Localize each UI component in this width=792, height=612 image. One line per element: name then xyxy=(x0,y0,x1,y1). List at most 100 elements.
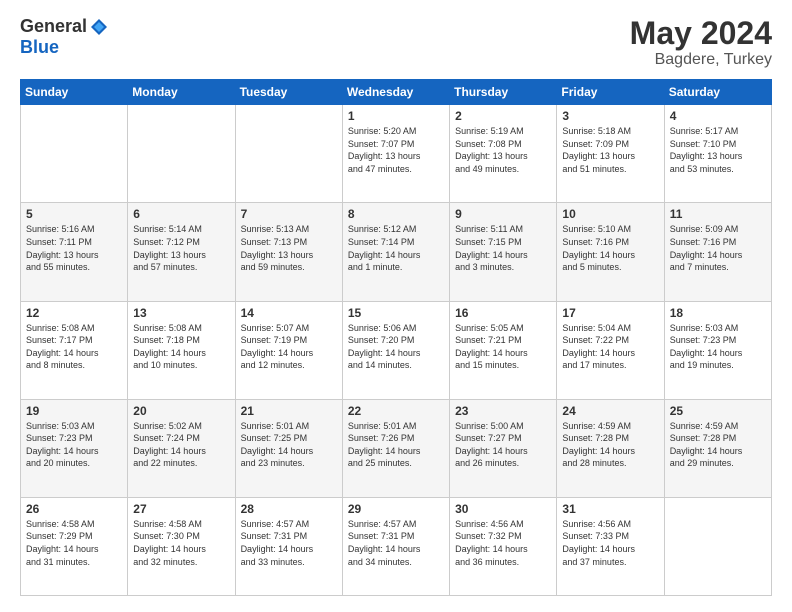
table-row xyxy=(128,105,235,203)
day-info: Sunrise: 5:00 AM Sunset: 7:27 PM Dayligh… xyxy=(455,420,551,470)
table-row xyxy=(235,105,342,203)
day-info: Sunrise: 5:08 AM Sunset: 7:18 PM Dayligh… xyxy=(133,322,229,372)
table-row: 13 Sunrise: 5:08 AM Sunset: 7:18 PM Dayli… xyxy=(128,301,235,399)
day-number: 20 xyxy=(133,404,229,418)
table-row: 25Sunrise: 4:59 AM Sunset: 7:28 PM Dayli… xyxy=(664,399,771,497)
day-number: 31 xyxy=(562,502,658,516)
day-info: Sunrise: 5:05 AM Sunset: 7:21 PM Dayligh… xyxy=(455,322,551,372)
day-info: Sunrise: 5:13 AM Sunset: 7:13 PM Dayligh… xyxy=(241,223,337,273)
day-number: 11 xyxy=(670,207,766,221)
logo-text: General xyxy=(20,16,109,37)
day-number: 6 xyxy=(133,207,229,221)
table-row: 8 Sunrise: 5:12 AM Sunset: 7:14 PM Daylig… xyxy=(342,203,449,301)
table-row xyxy=(21,105,128,203)
table-row: 3 Sunrise: 5:18 AM Sunset: 7:09 PM Daylig… xyxy=(557,105,664,203)
day-info: Sunrise: 4:58 AM Sunset: 7:30 PM Dayligh… xyxy=(133,518,229,568)
day-info: Sunrise: 5:11 AM Sunset: 7:15 PM Dayligh… xyxy=(455,223,551,273)
calendar-week-row: 26Sunrise: 4:58 AM Sunset: 7:29 PM Dayli… xyxy=(21,497,772,595)
table-row: 11 Sunrise: 5:09 AM Sunset: 7:16 PM Dayli… xyxy=(664,203,771,301)
table-row: 2 Sunrise: 5:19 AM Sunset: 7:08 PM Daylig… xyxy=(450,105,557,203)
day-info: Sunrise: 5:08 AM Sunset: 7:17 PM Dayligh… xyxy=(26,322,122,372)
table-row: 23 Sunrise: 5:00 AM Sunset: 7:27 PM Dayli… xyxy=(450,399,557,497)
col-monday: Monday xyxy=(128,80,235,105)
calendar-week-row: 19 Sunrise: 5:03 AM Sunset: 7:23 PM Dayli… xyxy=(21,399,772,497)
day-info: Sunrise: 4:57 AM Sunset: 7:31 PM Dayligh… xyxy=(241,518,337,568)
day-number: 25 xyxy=(670,404,766,418)
calendar-week-row: 5 Sunrise: 5:16 AM Sunset: 7:11 PM Daylig… xyxy=(21,203,772,301)
col-sunday: Sunday xyxy=(21,80,128,105)
table-row xyxy=(664,497,771,595)
day-info: Sunrise: 5:16 AM Sunset: 7:11 PM Dayligh… xyxy=(26,223,122,273)
day-info: Sunrise: 5:03 AM Sunset: 7:23 PM Dayligh… xyxy=(670,322,766,372)
day-number: 8 xyxy=(348,207,444,221)
table-row: 18 Sunrise: 5:03 AM Sunset: 7:23 PM Dayli… xyxy=(664,301,771,399)
table-row: 24Sunrise: 4:59 AM Sunset: 7:28 PM Dayli… xyxy=(557,399,664,497)
table-row: 16 Sunrise: 5:05 AM Sunset: 7:21 PM Dayli… xyxy=(450,301,557,399)
day-number: 26 xyxy=(26,502,122,516)
col-thursday: Thursday xyxy=(450,80,557,105)
day-info: Sunrise: 5:06 AM Sunset: 7:20 PM Dayligh… xyxy=(348,322,444,372)
day-number: 19 xyxy=(26,404,122,418)
day-number: 30 xyxy=(455,502,551,516)
table-row: 30 Sunrise: 4:56 AM Sunset: 7:32 PM Dayli… xyxy=(450,497,557,595)
calendar-table: Sunday Monday Tuesday Wednesday Thursday… xyxy=(20,79,772,596)
day-number: 18 xyxy=(670,306,766,320)
day-info: Sunrise: 5:01 AM Sunset: 7:26 PM Dayligh… xyxy=(348,420,444,470)
day-info: Sunrise: 5:03 AM Sunset: 7:23 PM Dayligh… xyxy=(26,420,122,470)
header: General Blue May 2024 Bagdere, Turkey xyxy=(20,16,772,69)
day-number: 28 xyxy=(241,502,337,516)
day-info: Sunrise: 4:56 AM Sunset: 7:33 PM Dayligh… xyxy=(562,518,658,568)
day-number: 17 xyxy=(562,306,658,320)
table-row: 6 Sunrise: 5:14 AM Sunset: 7:12 PM Daylig… xyxy=(128,203,235,301)
day-number: 9 xyxy=(455,207,551,221)
day-number: 14 xyxy=(241,306,337,320)
table-row: 5 Sunrise: 5:16 AM Sunset: 7:11 PM Daylig… xyxy=(21,203,128,301)
table-row: 15 Sunrise: 5:06 AM Sunset: 7:20 PM Dayli… xyxy=(342,301,449,399)
day-number: 3 xyxy=(562,109,658,123)
day-info: Sunrise: 5:09 AM Sunset: 7:16 PM Dayligh… xyxy=(670,223,766,273)
day-number: 10 xyxy=(562,207,658,221)
title-block: May 2024 Bagdere, Turkey xyxy=(630,16,772,69)
day-number: 29 xyxy=(348,502,444,516)
month-year: May 2024 xyxy=(630,16,772,51)
day-number: 13 xyxy=(133,306,229,320)
day-number: 21 xyxy=(241,404,337,418)
day-number: 27 xyxy=(133,502,229,516)
day-number: 15 xyxy=(348,306,444,320)
day-number: 16 xyxy=(455,306,551,320)
day-info: Sunrise: 5:01 AM Sunset: 7:25 PM Dayligh… xyxy=(241,420,337,470)
col-tuesday: Tuesday xyxy=(235,80,342,105)
table-row: 26Sunrise: 4:58 AM Sunset: 7:29 PM Dayli… xyxy=(21,497,128,595)
logo-general: General xyxy=(20,16,87,37)
table-row: 20 Sunrise: 5:02 AM Sunset: 7:24 PM Dayli… xyxy=(128,399,235,497)
day-number: 7 xyxy=(241,207,337,221)
day-info: Sunrise: 4:56 AM Sunset: 7:32 PM Dayligh… xyxy=(455,518,551,568)
day-info: Sunrise: 5:18 AM Sunset: 7:09 PM Dayligh… xyxy=(562,125,658,175)
table-row: 1Sunrise: 5:20 AM Sunset: 7:07 PM Daylig… xyxy=(342,105,449,203)
calendar-header-row: Sunday Monday Tuesday Wednesday Thursday… xyxy=(21,80,772,105)
table-row: 10Sunrise: 5:10 AM Sunset: 7:16 PM Dayli… xyxy=(557,203,664,301)
day-info: Sunrise: 5:07 AM Sunset: 7:19 PM Dayligh… xyxy=(241,322,337,372)
col-friday: Friday xyxy=(557,80,664,105)
calendar-week-row: 1Sunrise: 5:20 AM Sunset: 7:07 PM Daylig… xyxy=(21,105,772,203)
table-row: 19 Sunrise: 5:03 AM Sunset: 7:23 PM Dayli… xyxy=(21,399,128,497)
day-info: Sunrise: 5:12 AM Sunset: 7:14 PM Dayligh… xyxy=(348,223,444,273)
table-row: 12Sunrise: 5:08 AM Sunset: 7:17 PM Dayli… xyxy=(21,301,128,399)
table-row: 28 Sunrise: 4:57 AM Sunset: 7:31 PM Dayli… xyxy=(235,497,342,595)
table-row: 27 Sunrise: 4:58 AM Sunset: 7:30 PM Dayli… xyxy=(128,497,235,595)
table-row: 17Sunrise: 5:04 AM Sunset: 7:22 PM Dayli… xyxy=(557,301,664,399)
day-info: Sunrise: 4:57 AM Sunset: 7:31 PM Dayligh… xyxy=(348,518,444,568)
table-row: 29 Sunrise: 4:57 AM Sunset: 7:31 PM Dayli… xyxy=(342,497,449,595)
table-row: 7 Sunrise: 5:13 AM Sunset: 7:13 PM Daylig… xyxy=(235,203,342,301)
day-info: Sunrise: 5:19 AM Sunset: 7:08 PM Dayligh… xyxy=(455,125,551,175)
day-info: Sunrise: 5:14 AM Sunset: 7:12 PM Dayligh… xyxy=(133,223,229,273)
day-number: 4 xyxy=(670,109,766,123)
day-number: 23 xyxy=(455,404,551,418)
table-row: 4Sunrise: 5:17 AM Sunset: 7:10 PM Daylig… xyxy=(664,105,771,203)
day-info: Sunrise: 5:02 AM Sunset: 7:24 PM Dayligh… xyxy=(133,420,229,470)
day-info: Sunrise: 5:20 AM Sunset: 7:07 PM Dayligh… xyxy=(348,125,444,175)
day-number: 5 xyxy=(26,207,122,221)
day-number: 22 xyxy=(348,404,444,418)
day-number: 2 xyxy=(455,109,551,123)
table-row: 22 Sunrise: 5:01 AM Sunset: 7:26 PM Dayli… xyxy=(342,399,449,497)
